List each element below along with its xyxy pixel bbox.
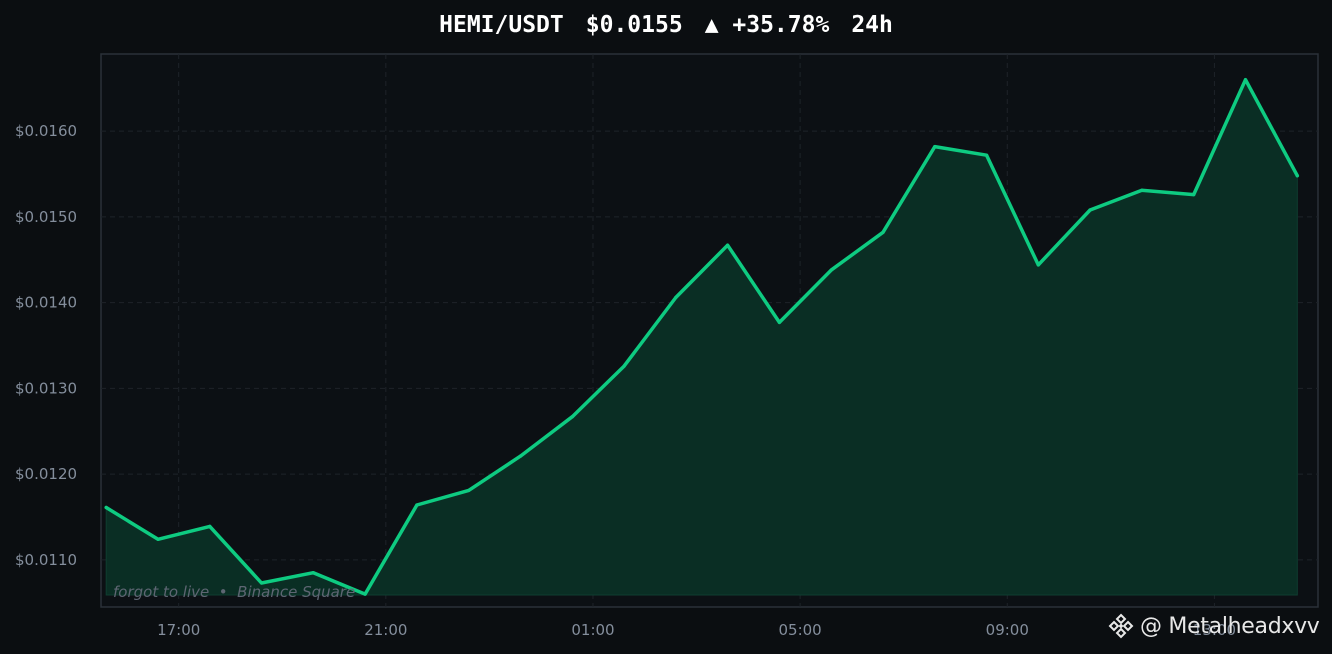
watermark-handle: @ Metalheadxvv <box>1140 613 1320 639</box>
data-point <box>104 505 108 510</box>
data-point <box>1140 188 1144 192</box>
data-point <box>156 537 160 541</box>
x-tick-label: 21:00 <box>364 621 407 639</box>
data-point <box>311 571 315 575</box>
y-tick-label: $0.0130 <box>15 379 77 397</box>
chart-caption: forgot to live • Binance Square <box>113 583 355 601</box>
data-point <box>622 364 626 368</box>
data-point <box>726 243 730 247</box>
data-point <box>1192 193 1196 197</box>
binance-logo-icon <box>1108 613 1134 639</box>
data-point <box>1243 78 1248 82</box>
data-point <box>1036 263 1040 267</box>
y-tick-label: $0.0140 <box>15 294 77 312</box>
x-tick-label: 17:00 <box>157 621 200 639</box>
data-point <box>674 295 678 300</box>
data-point <box>518 454 523 458</box>
data-point <box>467 488 471 492</box>
data-point <box>208 524 212 529</box>
watermark: @ Metalheadxvv <box>1108 613 1320 639</box>
x-tick-label: 05:00 <box>779 621 822 639</box>
price-chart: $0.0110 $0.0120 $0.0130 $0.0140 $0.0150 $0.01… <box>15 53 1319 639</box>
y-tick-label: $0.0160 <box>15 122 77 140</box>
data-point <box>363 592 367 596</box>
y-tick-label: $0.0150 <box>15 208 77 226</box>
data-point <box>1088 208 1092 212</box>
data-point <box>777 320 782 324</box>
x-tick-label: 01:00 <box>571 621 614 639</box>
y-tick-label: $0.0120 <box>15 465 77 483</box>
data-point <box>570 415 574 419</box>
data-point <box>1295 174 1299 178</box>
data-point <box>933 145 937 149</box>
data-point <box>881 230 885 234</box>
data-point <box>985 153 989 157</box>
data-point <box>829 268 833 272</box>
y-tick-label: $0.0110 <box>15 551 77 569</box>
data-point <box>415 503 419 507</box>
x-tick-label: 09:00 <box>986 621 1029 639</box>
